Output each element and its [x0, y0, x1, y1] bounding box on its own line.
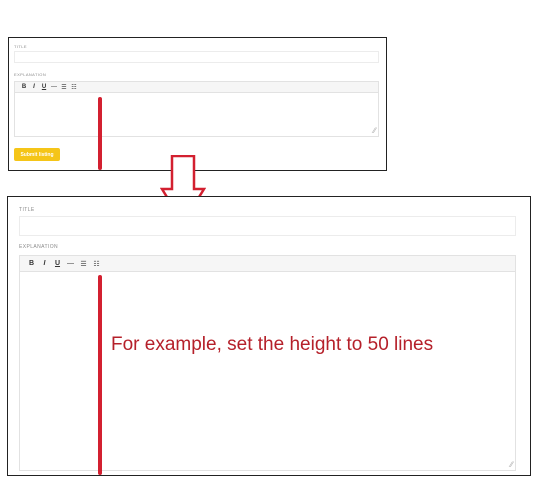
bullet-list-button[interactable]: ☰: [77, 260, 90, 268]
explanation-textarea[interactable]: ∕∕: [14, 93, 379, 137]
horizontal-rule-button[interactable]: —: [64, 260, 77, 267]
italic-button[interactable]: I: [38, 260, 51, 267]
form-before: TITLE EXPLANATION B I U — ☰ ☷ ∕∕ Submit …: [8, 37, 387, 171]
editor-toolbar: B I U — ☰ ☷: [14, 81, 379, 93]
numbered-list-button[interactable]: ☷: [69, 84, 79, 91]
underline-button[interactable]: U: [39, 84, 49, 90]
height-marker-line: [98, 97, 102, 170]
title-input[interactable]: [19, 216, 516, 236]
resize-handle-icon[interactable]: ∕∕: [373, 127, 376, 135]
title-label: TITLE: [14, 44, 27, 49]
numbered-list-button[interactable]: ☷: [90, 260, 103, 268]
explanation-label: EXPLANATION: [14, 72, 47, 77]
resize-handle-icon[interactable]: ∕∕: [510, 461, 513, 469]
title-input[interactable]: [14, 51, 379, 63]
height-marker-line: [98, 275, 102, 475]
title-label: TITLE: [19, 207, 35, 213]
bullet-list-button[interactable]: ☰: [59, 84, 69, 91]
submit-listing-button[interactable]: Submit listing: [14, 148, 60, 161]
explanation-textarea[interactable]: ∕∕: [19, 272, 516, 471]
italic-button[interactable]: I: [29, 84, 39, 90]
bold-button[interactable]: B: [19, 84, 29, 90]
bold-button[interactable]: B: [25, 260, 38, 267]
explanation-label: EXPLANATION: [19, 244, 59, 250]
editor-toolbar: B I U — ☰ ☷: [19, 255, 516, 272]
horizontal-rule-button[interactable]: —: [49, 84, 59, 90]
annotation-text: For example, set the height to 50 lines: [111, 334, 434, 355]
underline-button[interactable]: U: [51, 260, 64, 267]
